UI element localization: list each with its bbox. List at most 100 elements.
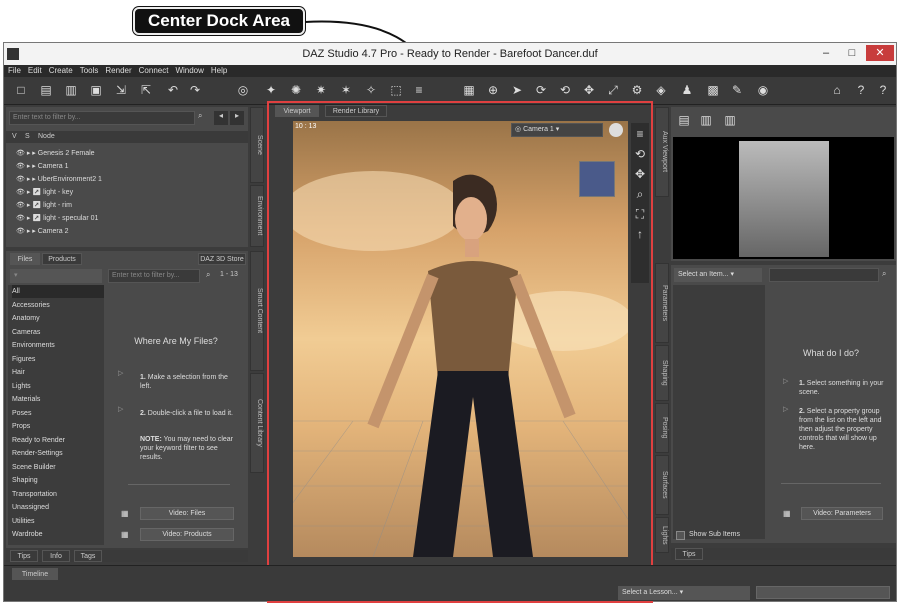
tab-render-library[interactable]: Render Library xyxy=(325,105,387,117)
category-item[interactable]: Accessories xyxy=(12,299,104,312)
menu-edit[interactable]: Edit xyxy=(28,65,42,77)
scene-node[interactable]: 👁 ▸ ▸ Genesis 2 Female xyxy=(16,147,251,160)
search-icon[interactable]: ⌕ xyxy=(198,111,212,125)
video-products-button[interactable]: Video: Products xyxy=(140,528,234,541)
menu-help[interactable]: Help xyxy=(211,65,227,77)
point-light-icon[interactable]: ✺ xyxy=(289,83,303,97)
category-item[interactable]: Wardrobe xyxy=(12,528,104,541)
category-item[interactable]: Anatomy xyxy=(12,312,104,325)
category-item[interactable]: Shaping xyxy=(12,474,104,487)
view-cube-icon[interactable] xyxy=(579,161,615,197)
category-item[interactable]: Props xyxy=(12,420,104,433)
tab-lights[interactable]: Lights xyxy=(655,517,669,553)
tab-shaping[interactable]: Shaping xyxy=(655,345,669,401)
options-icon[interactable]: ≡ xyxy=(633,127,647,141)
category-dropdown[interactable]: ▾ xyxy=(10,269,102,283)
tab-aux-viewport[interactable]: Aux Viewport xyxy=(655,107,669,197)
camera-selector[interactable]: ◎ Camera 1 ▾ xyxy=(511,123,603,137)
grid-icon[interactable]: ▦ xyxy=(462,83,476,97)
tab-products[interactable]: Products xyxy=(42,253,82,265)
whats-this-icon[interactable]: ? xyxy=(854,83,868,97)
import-icon[interactable]: ⇲ xyxy=(114,83,128,97)
tab-environment[interactable]: Environment xyxy=(250,185,264,247)
category-item[interactable]: Unassigned xyxy=(12,501,104,514)
tab-timeline[interactable]: Timeline xyxy=(12,568,58,580)
scene-filter-input[interactable]: Enter text to filter by... xyxy=(9,111,195,125)
scene-node[interactable]: 👁 ▸ ↗ light - specular 01 xyxy=(16,212,251,225)
pointer-icon[interactable]: ➤ xyxy=(510,83,524,97)
universal-tool-icon[interactable]: ✥ xyxy=(582,83,596,97)
scene-node[interactable]: 👁 ▸ ▸ Camera 2 xyxy=(16,225,251,238)
tab-posing[interactable]: Posing xyxy=(655,403,669,453)
home-icon[interactable]: ⌂ xyxy=(830,83,844,97)
export-icon[interactable]: ⇱ xyxy=(139,83,153,97)
category-item[interactable]: Poses xyxy=(12,407,104,420)
rotate-icon[interactable]: ⟳ xyxy=(534,83,548,97)
category-item[interactable]: Transportation xyxy=(12,488,104,501)
tab-content-library[interactable]: Content Library xyxy=(250,373,264,473)
scene-node[interactable]: 👁 ▸ ↗ light - key xyxy=(16,186,251,199)
category-item[interactable]: Environments xyxy=(12,339,104,352)
tab-tips[interactable]: Tips xyxy=(10,550,38,562)
viewport-canvas[interactable]: 10 : 13 ◎ Camera 1 ▾ xyxy=(293,121,628,557)
tab-tags[interactable]: Tags xyxy=(74,550,102,562)
tab-surfaces[interactable]: Surfaces xyxy=(655,455,669,515)
spotrender-icon[interactable]: ✎ xyxy=(730,83,744,97)
property-filter-input[interactable] xyxy=(769,268,879,282)
tab-info[interactable]: Info xyxy=(42,550,70,562)
joint-editor-icon[interactable]: ⚙ xyxy=(630,83,644,97)
minimize-button[interactable]: – xyxy=(814,45,838,61)
lesson-nav-buttons[interactable] xyxy=(756,586,890,599)
category-item[interactable]: All xyxy=(12,285,104,298)
menu-file[interactable]: File xyxy=(8,65,21,77)
zoom-icon[interactable]: ⌕ xyxy=(633,187,647,201)
new-file-icon[interactable]: □ xyxy=(14,83,28,97)
frame-icon[interactable]: ⛶ xyxy=(633,207,647,221)
video-parameters-button[interactable]: Video: Parameters xyxy=(801,507,883,520)
video-files-button[interactable]: Video: Files xyxy=(140,507,234,520)
tab-scene[interactable]: Scene xyxy=(250,107,264,183)
render-settings-icon[interactable]: ▩ xyxy=(706,83,720,97)
tab-parameters[interactable]: Parameters xyxy=(655,263,669,343)
redo-icon[interactable]: ↷ xyxy=(188,83,202,97)
search-icon[interactable]: ⌕ xyxy=(882,269,886,279)
ipr-stop-icon[interactable]: ▥ xyxy=(723,113,737,127)
reset-view-icon[interactable]: ↑ xyxy=(633,227,647,241)
align-icon[interactable]: ≡ xyxy=(412,83,426,97)
show-sub-items-checkbox[interactable] xyxy=(676,531,685,540)
menu-create[interactable]: Create xyxy=(49,65,73,77)
category-item[interactable]: Render-Settings xyxy=(12,447,104,460)
col-node[interactable]: Node xyxy=(38,131,55,143)
primitive-icon[interactable]: ✧ xyxy=(364,83,378,97)
menu-window[interactable]: Window xyxy=(175,65,203,77)
menu-render[interactable]: Render xyxy=(105,65,131,77)
open-folder-icon[interactable]: ▤ xyxy=(39,83,53,97)
content-filter-input[interactable]: Enter text to filter by... xyxy=(108,269,200,283)
category-item[interactable]: Lights xyxy=(12,380,104,393)
scale-icon[interactable]: ⤢ xyxy=(606,83,620,97)
next-arrow-icon[interactable]: ▸ xyxy=(230,111,244,125)
node-selection-icon[interactable]: ⊕ xyxy=(486,83,500,97)
light-tool-icon[interactable]: ✶ xyxy=(339,83,353,97)
tab-tips[interactable]: Tips xyxy=(675,548,703,560)
undo-icon[interactable]: ↶ xyxy=(166,83,180,97)
category-item[interactable]: Cameras xyxy=(12,326,104,339)
category-item[interactable]: Ready to Render xyxy=(12,434,104,447)
group-icon[interactable]: ⬚ xyxy=(389,83,403,97)
save-icon[interactable]: ▣ xyxy=(89,83,103,97)
merge-icon[interactable]: ▥ xyxy=(64,83,78,97)
menu-tools[interactable]: Tools xyxy=(80,65,99,77)
figure-setup-icon[interactable]: ♟ xyxy=(680,83,694,97)
aux-options-icon[interactable]: ▤ xyxy=(677,113,691,127)
draw-style-icon[interactable] xyxy=(609,123,623,137)
col-visible[interactable]: V xyxy=(12,131,17,143)
category-item[interactable]: Scene Builder xyxy=(12,461,104,474)
prev-arrow-icon[interactable]: ◂ xyxy=(214,111,228,125)
distant-light-icon[interactable]: ✷ xyxy=(314,83,328,97)
scene-node[interactable]: 👁 ▸ ▸ Camera 1 xyxy=(16,160,251,173)
category-item[interactable]: Figures xyxy=(12,353,104,366)
lesson-dropdown[interactable]: Select a Lesson... ▾ xyxy=(618,586,750,600)
render-camera-icon[interactable]: ◉ xyxy=(756,83,770,97)
tab-viewport[interactable]: Viewport xyxy=(275,105,319,117)
col-selectable[interactable]: S xyxy=(25,131,30,143)
